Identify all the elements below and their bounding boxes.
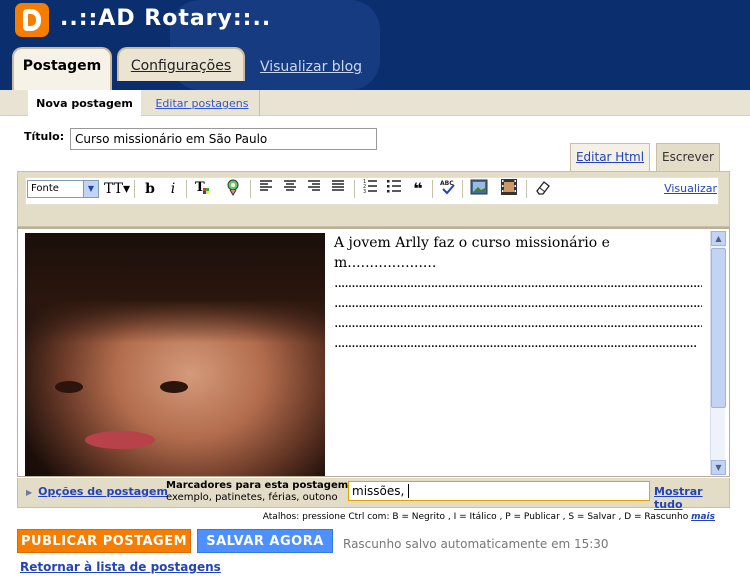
font-size-button[interactable]: TT▾	[104, 178, 130, 200]
post-options-link[interactable]: Opções de postagem	[38, 485, 168, 498]
chevron-down-icon[interactable]: ▼	[83, 181, 98, 197]
toolbar-divider	[526, 180, 527, 198]
blogger-editor: ..::AD Rotary::.. Postagem Configurações…	[0, 0, 750, 583]
post-photo[interactable]	[25, 233, 325, 476]
labels-input[interactable]: missões,	[348, 481, 650, 501]
post-body-dots: ........................................…	[334, 315, 702, 331]
subtab-editar-postagens[interactable]: Editar postagens	[145, 90, 260, 116]
labels-title: Marcadores para esta postagem:	[166, 480, 353, 491]
photo-eye	[160, 381, 188, 393]
tab-editar-html[interactable]: Editar Html	[570, 143, 650, 171]
save-now-button[interactable]: SALVAR AGORA	[197, 529, 333, 553]
align-center-icon[interactable]	[280, 178, 300, 200]
numbered-list-icon[interactable]: 123	[360, 178, 380, 200]
title-label: Título:	[24, 130, 65, 143]
post-body-editor[interactable]: A jovem Arlly faz o curso missionário em…	[17, 227, 730, 477]
align-left-icon[interactable]	[256, 178, 276, 200]
blockquote-icon[interactable]: ❝	[408, 178, 428, 200]
post-body-text[interactable]: A jovem Arlly faz o curso missionário em…	[334, 233, 702, 353]
font-select[interactable]: Fonte ▼	[27, 180, 99, 198]
labels-input-value: missões,	[352, 484, 409, 498]
tab-visualizar-blog[interactable]: Visualizar blog	[252, 50, 370, 84]
labels-hint: exemplo, patinetes, férias, outono	[166, 492, 338, 503]
editor-toolbar: Fonte ▼ TT▾ b i T 123 ❝ ABC Visualizar	[17, 171, 730, 227]
toolbar-divider	[250, 180, 251, 198]
toolbar-divider	[462, 180, 463, 198]
show-all-labels-link[interactable]: Mostrar tudo	[654, 485, 729, 511]
blog-title: ..::AD Rotary::..	[60, 6, 272, 31]
shortcuts-text: Atalhos: pressione Ctrl com: B = Negrito…	[262, 512, 689, 522]
tab-visualizar-label[interactable]: Visualizar blog	[260, 59, 362, 75]
labels-bar: ▶ Opções de postagem Marcadores para esta…	[17, 478, 730, 511]
svg-text:3: 3	[363, 189, 366, 194]
subtab-nova-postagem[interactable]: Nova postagem	[28, 90, 141, 116]
clear-format-icon[interactable]	[532, 178, 554, 200]
photo-lips	[85, 431, 155, 449]
keyboard-shortcuts: Atalhos: pressione Ctrl com: B = Negrito…	[263, 512, 715, 522]
toolbar-divider	[134, 180, 135, 198]
editor-scrollbar[interactable]: ▲ ▼	[710, 231, 726, 475]
triangle-right-icon[interactable]: ▶	[26, 488, 32, 497]
tab-postagem[interactable]: Postagem	[12, 47, 112, 90]
post-body-dots: ........................................…	[334, 275, 702, 291]
align-right-icon[interactable]	[304, 178, 324, 200]
title-input[interactable]: Curso missionário em São Paulo	[70, 128, 377, 150]
post-body-dots: ........................................…	[334, 335, 696, 351]
bold-button[interactable]: b	[140, 178, 160, 200]
preview-link[interactable]: Visualizar	[664, 182, 717, 195]
toolbar-divider	[186, 180, 187, 198]
font-select-value: Fonte	[31, 183, 59, 194]
video-icon[interactable]	[498, 178, 520, 200]
tab-configuracoes[interactable]: Configurações	[117, 47, 245, 81]
justify-icon[interactable]	[328, 178, 348, 200]
italic-button[interactable]: i	[164, 178, 182, 200]
autosave-status: Rascunho salvo automaticamente em 15:30	[343, 537, 609, 551]
bullet-list-icon[interactable]	[384, 178, 404, 200]
post-options-toggle[interactable]: ▶ Opções de postagem	[26, 485, 168, 498]
post-body-dots: ........................................…	[334, 295, 702, 311]
text-color-icon[interactable]: T	[192, 178, 214, 200]
photo-hair	[25, 233, 325, 343]
scroll-up-icon[interactable]: ▲	[711, 231, 726, 246]
back-to-posts-link[interactable]: Retornar à lista de postagens	[20, 560, 221, 574]
link-icon[interactable]	[222, 178, 244, 200]
header: ..::AD Rotary::.. Postagem Configurações…	[0, 0, 750, 90]
image-icon[interactable]	[468, 178, 490, 200]
spellcheck-icon[interactable]: ABC	[438, 178, 458, 200]
subnav: Nova postagem Editar postagens	[0, 90, 750, 116]
shortcuts-more-link[interactable]: mais	[691, 512, 715, 522]
scroll-thumb[interactable]	[711, 248, 726, 408]
tab-escrever[interactable]: Escrever	[656, 143, 720, 171]
toolbar-divider	[354, 180, 355, 198]
text-cursor	[408, 484, 413, 498]
toolbar-divider	[432, 180, 433, 198]
photo-eye	[55, 381, 83, 393]
tab-configuracoes-label[interactable]: Configurações	[131, 58, 231, 74]
blogger-logo-icon[interactable]	[15, 3, 49, 37]
post-body-intro: A jovem Arlly faz o curso missionário em…	[334, 235, 610, 271]
font-size-glyph: TT	[104, 181, 123, 197]
publish-button[interactable]: PUBLICAR POSTAGEM	[17, 529, 191, 553]
labels-caption: Marcadores para esta postagem: exemplo, …	[166, 480, 352, 504]
scroll-down-icon[interactable]: ▼	[711, 460, 726, 475]
